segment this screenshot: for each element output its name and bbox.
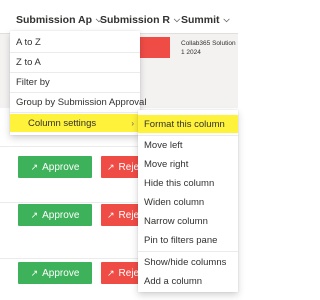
submenu-item-label: Show/hide columns (144, 256, 227, 268)
menu-item-group-by[interactable]: Group by Submission Approval (10, 93, 146, 111)
submenu-item-format-this-column[interactable]: Format this column (138, 115, 238, 133)
link-icon: ↗ (107, 209, 115, 220)
approve-button[interactable]: ↗ Approve (18, 204, 92, 226)
submenu-item-narrow-column[interactable]: Narrow column (138, 212, 238, 230)
link-icon: ↗ (30, 267, 39, 278)
approve-button-label: Approve (42, 161, 80, 173)
link-icon: ↗ (30, 161, 39, 172)
submenu-item-label: Hide this column (144, 177, 215, 189)
menu-item-filter-by[interactable]: Filter by (10, 73, 140, 91)
submenu-divider (138, 251, 238, 252)
column-settings-submenu: Format this column Move left Move right … (138, 110, 238, 292)
submenu-item-hide-this-column[interactable]: Hide this column (138, 174, 238, 192)
column-header-label: Submission Rej... (100, 14, 170, 26)
submenu-item-move-right[interactable]: Move right (138, 155, 238, 173)
submenu-item-add-a-column[interactable]: Add a column (138, 272, 238, 290)
menu-item-column-settings[interactable]: Column settings › (10, 114, 140, 132)
approve-button[interactable]: ↗ Approve (18, 156, 92, 178)
menu-item-label: Z to A (16, 56, 41, 68)
submenu-item-widen-column[interactable]: Widen column (138, 193, 238, 211)
link-icon: ↗ (107, 161, 115, 172)
column-header-label: Summit (181, 14, 220, 26)
submenu-item-label: Widen column (144, 196, 205, 208)
summit-cell-line: Collab365 Solution (181, 40, 236, 47)
approve-button[interactable]: ↗ Approve (18, 262, 92, 284)
link-icon: ↗ (30, 209, 39, 220)
menu-item-label: A to Z (16, 36, 41, 48)
menu-item-label: Group by Submission Approval (16, 96, 147, 108)
submenu-item-pin-to-filters-pane[interactable]: Pin to filters pane (138, 231, 238, 249)
column-header-summit[interactable]: Summit ⌵ (181, 10, 238, 30)
link-icon: ↗ (107, 267, 115, 278)
menu-item-label: Filter by (16, 76, 50, 88)
column-context-menu: A to Z Z to A Filter by Group by Submiss… (10, 31, 146, 135)
chevron-down-icon: ⌵ (223, 15, 230, 24)
submenu-item-label: Move left (144, 139, 183, 151)
summit-cell-line: 1 2024 (181, 49, 201, 56)
chevron-right-icon: › (131, 118, 134, 128)
submenu-item-label: Narrow column (144, 215, 208, 227)
column-header-submission-approval[interactable]: Submission Ap... ⌵ (16, 10, 102, 30)
submenu-item-move-left[interactable]: Move left (138, 136, 238, 154)
reject-button-partial[interactable] (140, 37, 170, 58)
approve-button-label: Approve (42, 209, 80, 221)
approve-button-label: Approve (42, 267, 80, 279)
menu-item-sort-z-to-a[interactable]: Z to A (10, 53, 140, 71)
column-header-label: Submission Ap... (16, 14, 92, 26)
submenu-item-label: Format this column (144, 118, 225, 130)
summit-cell: Collab365 Solution 1 2024 (181, 39, 238, 57)
menu-item-sort-a-to-z[interactable]: A to Z (10, 33, 140, 51)
menu-item-label: Column settings (28, 117, 97, 129)
menu-divider (10, 112, 140, 113)
submenu-item-show-hide-columns[interactable]: Show/hide columns (138, 253, 238, 271)
chevron-down-icon: ⌵ (173, 15, 180, 24)
column-header-submission-rejection[interactable]: Submission Rej... ⌵ (100, 10, 180, 30)
submenu-item-label: Pin to filters pane (144, 234, 218, 246)
list-view: Submission Ap... ⌵ Submission Rej... ⌵ S… (0, 0, 238, 300)
submenu-item-label: Move right (144, 158, 189, 170)
submenu-item-label: Add a column (144, 275, 203, 287)
